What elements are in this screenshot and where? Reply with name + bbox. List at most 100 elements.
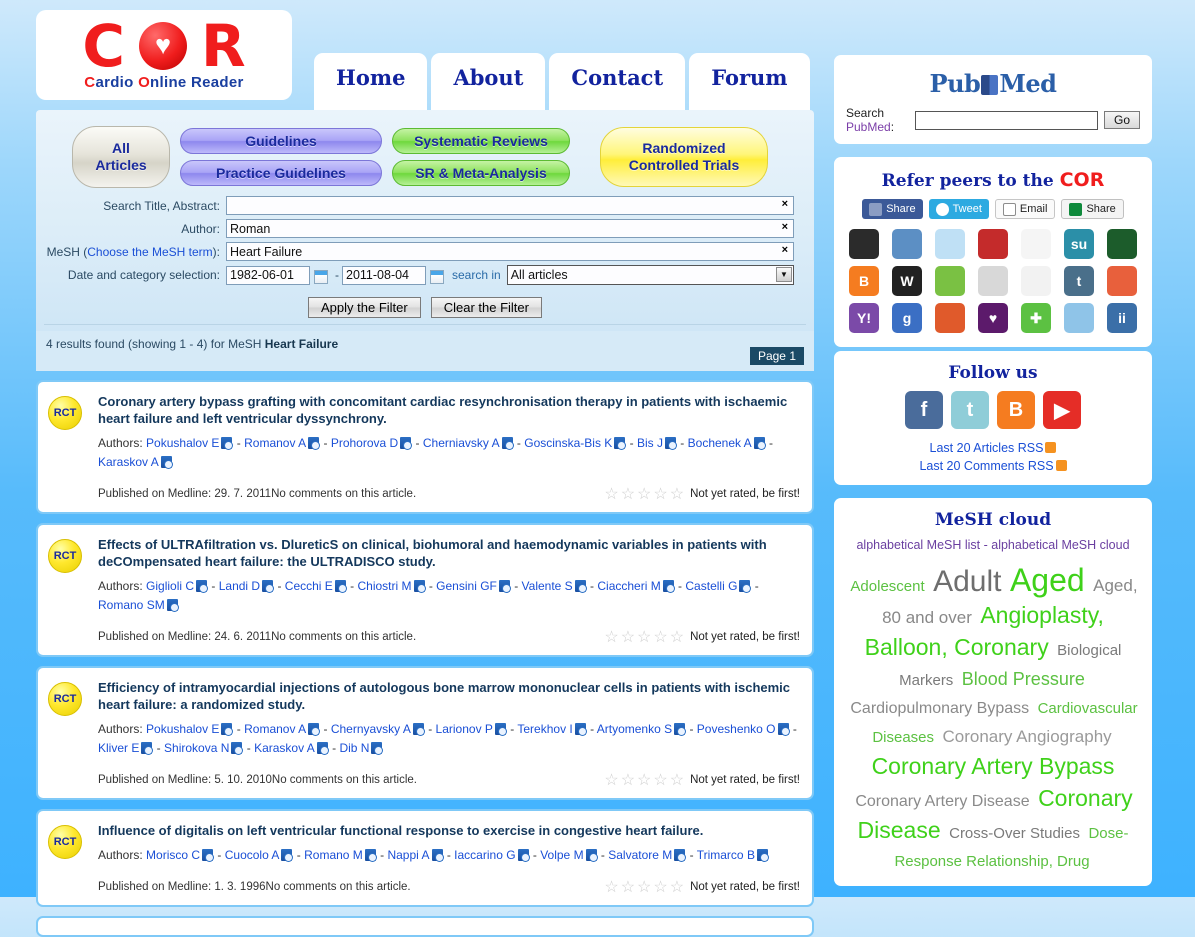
rss-articles-link[interactable]: Last 20 Articles RSS [930,441,1044,455]
author-search-icon[interactable] [281,849,294,862]
author-search-icon[interactable] [674,723,687,736]
author-search-icon[interactable] [501,437,514,450]
star-icon[interactable]: ☆ [670,486,684,503]
choose-mesh-term-link[interactable]: Choose the MeSH term [87,245,212,259]
stumbleupon-icon[interactable]: su [1064,229,1094,259]
star-icon[interactable]: ☆ [621,629,635,646]
author-link[interactable]: Romanov A [244,722,306,736]
author-search-icon[interactable] [574,580,587,593]
author-link[interactable]: Giglioli C [146,579,194,593]
author-search-icon[interactable] [160,456,173,469]
twitter-tweet-button[interactable]: Tweet [928,199,989,219]
author-search-icon[interactable] [166,599,179,612]
author-link[interactable]: Ciaccheri M [597,579,660,593]
squidoo-icon[interactable] [1107,266,1137,296]
star-icon[interactable]: ☆ [604,629,618,646]
star-icon[interactable]: ☆ [604,772,618,789]
article-title[interactable]: Influence of digitalis on left ventricul… [98,822,800,839]
star-icon[interactable]: ☆ [670,879,684,896]
author-search-icon[interactable] [308,723,321,736]
category-all-articles[interactable]: All Articles [72,126,170,188]
mesh-tag[interactable]: Coronary Artery Disease [855,793,1029,810]
category-practice-guidelines[interactable]: Practice Guidelines [180,160,382,186]
pencil-icon[interactable] [978,266,1008,296]
author-link[interactable]: Shirokova N [164,741,229,755]
star-icon[interactable]: ☆ [637,486,651,503]
tab-forum[interactable]: Forum [689,53,810,115]
author-link[interactable]: Poveshenko O [697,722,776,736]
tab-about[interactable]: About [431,53,546,115]
generic-share-button[interactable]: Share [1061,199,1124,219]
alphabetical-mesh-list-link[interactable]: alphabetical MeSH list [856,538,980,552]
blogger-icon[interactable]: B [997,391,1035,429]
author-search-icon[interactable] [413,580,426,593]
article-card[interactable]: RCT Efficiency of intramyocardial inject… [36,666,814,800]
reddit-icon[interactable] [935,229,965,259]
author-link[interactable]: Romano M [304,848,363,862]
clear-title-icon[interactable]: × [782,198,788,210]
plus-icon[interactable]: ✚ [1021,303,1051,333]
email-share-button[interactable]: Email [994,199,1056,219]
author-search-icon[interactable] [739,580,752,593]
author-link[interactable]: Volpe M [540,848,583,862]
blogger-icon[interactable]: B [849,266,879,296]
star-rating[interactable]: ☆ ☆ ☆ ☆ ☆ [604,627,686,647]
author-search-icon[interactable] [777,723,790,736]
author-search-icon[interactable] [221,723,234,736]
evernote-icon[interactable] [935,266,965,296]
clear-filter-button[interactable]: Clear the Filter [430,297,542,318]
pubmed-search-input[interactable] [914,110,1098,130]
article-title[interactable]: Coronary artery bypass grafting with con… [98,393,800,427]
author-link[interactable]: Cherniavsky A [423,436,500,450]
author-link[interactable]: Gensini GF [436,579,497,593]
star-icon[interactable]: ☆ [653,486,667,503]
star-icon[interactable]: ☆ [653,879,667,896]
tab-contact[interactable]: Contact [549,53,686,115]
wordpress-icon[interactable]: W [892,266,922,296]
chevron-down-icon[interactable]: ▼ [776,267,792,282]
author-search-icon[interactable] [364,849,377,862]
apply-filter-button[interactable]: Apply the Filter [308,297,421,318]
author-search-icon[interactable] [231,742,244,755]
author-search-icon[interactable] [316,742,329,755]
friendfeed-icon[interactable] [1021,266,1051,296]
yahoo-icon[interactable]: Y! [849,303,879,333]
delicious-icon[interactable] [849,229,879,259]
author-link[interactable]: Bis J [637,436,663,450]
author-link[interactable]: Morisco C [146,848,200,862]
author-link[interactable]: Pokushalov E [146,722,219,736]
alphabetical-mesh-cloud-link[interactable]: alphabetical MeSH cloud [991,538,1129,552]
star-icon[interactable]: ☆ [653,629,667,646]
search-title-input[interactable] [226,196,794,215]
article-card[interactable]: RCT Coronary artery bypass grafting with… [36,380,814,514]
star-icon[interactable]: ☆ [653,772,667,789]
author-input[interactable] [226,219,794,238]
twitter-icon[interactable]: t [951,391,989,429]
author-search-icon[interactable] [308,437,321,450]
star-icon[interactable]: ☆ [621,486,635,503]
mesh-tag[interactable]: Coronary Angiography [942,727,1111,746]
category-guidelines[interactable]: Guidelines [180,128,382,154]
mesh-tag[interactable]: Blood Pressure [962,669,1085,689]
mesh-tag[interactable]: Cardiopulmonary Bypass [850,700,1029,717]
article-card[interactable]: RCT Influence of digitalis on left ventr… [36,809,814,907]
mesh-tag[interactable]: Coronary Artery Bypass [872,753,1115,779]
author-search-icon[interactable] [262,580,275,593]
author-search-icon[interactable] [334,580,347,593]
youtube-icon[interactable]: ▶ [1043,391,1081,429]
author-search-icon[interactable] [400,437,413,450]
article-card-partial[interactable] [36,916,814,937]
rss-comments-link[interactable]: Last 20 Comments RSS [919,459,1053,473]
author-search-icon[interactable] [412,723,425,736]
author-link[interactable]: Goscinska-Bis K [524,436,612,450]
category-select[interactable]: All articles [506,265,794,285]
author-link[interactable]: Kliver E [98,741,139,755]
article-title[interactable]: Efficiency of intramyocardial injections… [98,679,800,713]
author-link[interactable]: Romano SM [98,598,165,612]
calendar-from-icon[interactable] [314,270,328,284]
author-link[interactable]: Salvatore M [608,848,672,862]
author-link[interactable]: Trimarco B [697,848,755,862]
author-search-icon[interactable] [202,849,215,862]
author-link[interactable]: Nappi A [387,848,429,862]
author-link[interactable]: Chiostri M [357,579,411,593]
